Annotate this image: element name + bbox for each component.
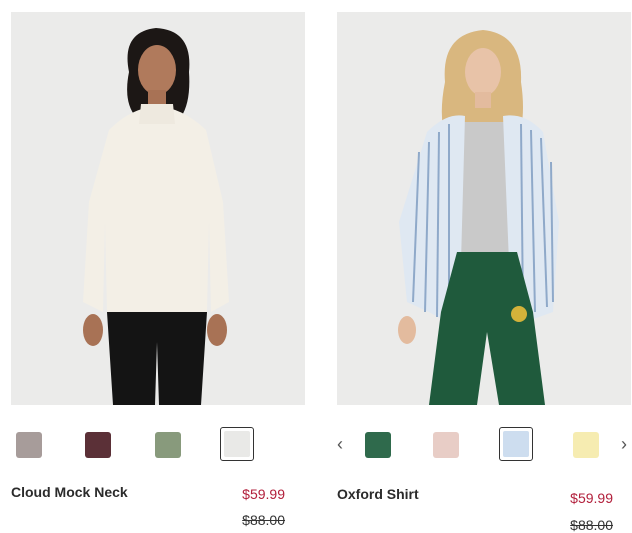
swatch-2-selected[interactable] bbox=[499, 427, 533, 461]
product-card-oxford-shirt[interactable]: ‹ › Oxford Shirt $59.99 $88.00 bbox=[337, 12, 631, 533]
product-image[interactable] bbox=[337, 12, 631, 405]
color-swatches bbox=[11, 427, 305, 467]
chevron-left-icon[interactable]: ‹ bbox=[337, 435, 343, 453]
color-swatches: ‹ › bbox=[337, 427, 631, 467]
swatch-0[interactable] bbox=[16, 432, 42, 458]
swatch-1[interactable] bbox=[85, 432, 111, 458]
swatch-2[interactable] bbox=[155, 432, 181, 458]
swatch-3-fill bbox=[224, 431, 250, 457]
swatch-3-selected[interactable] bbox=[220, 427, 254, 461]
sale-price: $59.99 bbox=[242, 486, 285, 502]
swatch-3[interactable] bbox=[573, 432, 599, 458]
original-price: $88.00 bbox=[570, 517, 613, 533]
product-image[interactable] bbox=[11, 12, 305, 405]
original-price: $88.00 bbox=[242, 512, 285, 528]
model-photo bbox=[337, 12, 631, 405]
swatch-2-fill bbox=[503, 431, 529, 457]
sale-price: $59.99 bbox=[570, 490, 613, 506]
product-card-cloud-mock-neck[interactable]: Cloud Mock Neck $59.99 $88.00 bbox=[11, 12, 305, 528]
swatch-0[interactable] bbox=[365, 432, 391, 458]
model-photo bbox=[11, 12, 305, 405]
product-name[interactable]: Oxford Shirt bbox=[337, 486, 419, 502]
chevron-right-icon[interactable]: › bbox=[621, 435, 627, 453]
product-name[interactable]: Cloud Mock Neck bbox=[11, 484, 128, 500]
swatch-1[interactable] bbox=[433, 432, 459, 458]
